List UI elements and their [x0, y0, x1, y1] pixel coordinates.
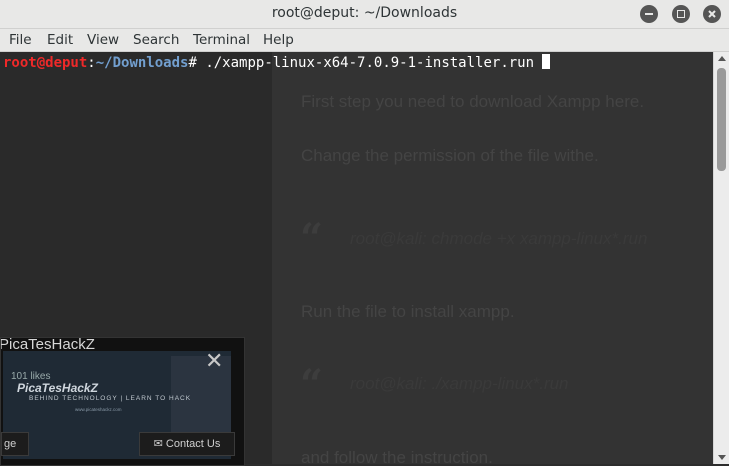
contact-us-button[interactable]: ✉ Contact Us	[139, 432, 235, 456]
popup-brand-logo: PicaTesHackZ	[17, 381, 98, 395]
menu-terminal[interactable]: Terminal	[193, 32, 250, 48]
bg-quote-2: root@kali: ./xampp-linux*.run	[350, 374, 569, 393]
scroll-down-arrow-icon[interactable]	[718, 455, 726, 460]
prompt-user-host: root@deput	[3, 55, 88, 71]
quote-icon: “	[300, 215, 324, 262]
popup-close-icon[interactable]: ✕	[205, 351, 223, 373]
popup-title: PicaTesHackZ	[0, 337, 95, 353]
menu-help[interactable]: Help	[263, 32, 294, 48]
menu-search[interactable]: Search	[133, 32, 179, 48]
menu-edit[interactable]: Edit	[47, 32, 73, 48]
bg-line-1: First step you need to download Xampp he…	[301, 92, 645, 111]
bg-line-4: and follow the instruction.	[301, 448, 493, 464]
close-icon	[708, 10, 716, 18]
popup-tagline: BEHIND TECHNOLOGY | LEARN TO HACK	[29, 395, 192, 402]
menu-bar: File Edit View Search Terminal Help	[0, 29, 729, 52]
bg-quote-1: root@kali: chmode +x xampp-linux*.run	[350, 229, 648, 248]
scroll-up-arrow-icon[interactable]	[718, 56, 726, 61]
scrollbar-thumb[interactable]	[717, 68, 726, 171]
minimize-icon	[645, 13, 653, 15]
prompt-path: ~/Downloads	[95, 55, 189, 71]
bg-line-3: Run the file to install xampp.	[301, 302, 515, 321]
maximize-icon	[677, 10, 685, 18]
popup-url: www.picateshackz.com	[75, 407, 122, 412]
prompt-symbol: #	[188, 55, 206, 71]
command-line[interactable]: root@deput:~/Downloads# ./xampp-linux-x6…	[3, 54, 551, 72]
maximize-button[interactable]	[672, 5, 690, 23]
page-popup-overlay: 101 likes PicaTesHackZ BEHIND TECHNOLOGY…	[0, 337, 245, 466]
quote-icon: “	[300, 361, 324, 408]
minimize-button[interactable]	[640, 5, 658, 23]
menu-view[interactable]: View	[87, 32, 119, 48]
terminal-window: root@deput: ~/Downloads File Edit View S…	[0, 0, 729, 466]
prompt-colon: :	[87, 55, 96, 71]
background-webpage	[272, 52, 713, 464]
vertical-scrollbar[interactable]	[713, 52, 729, 464]
command-text: ./xampp-linux-x64-7.0.9-1-installer.run	[205, 55, 543, 71]
text-cursor	[542, 54, 551, 69]
popup-page-button[interactable]: ge	[1, 432, 29, 456]
bg-line-2: Change the permission of the file withe.	[301, 146, 599, 165]
title-bar[interactable]: root@deput: ~/Downloads	[0, 0, 729, 29]
close-button[interactable]	[703, 5, 721, 23]
window-title: root@deput: ~/Downloads	[271, 5, 458, 21]
menu-file[interactable]: File	[9, 32, 32, 48]
